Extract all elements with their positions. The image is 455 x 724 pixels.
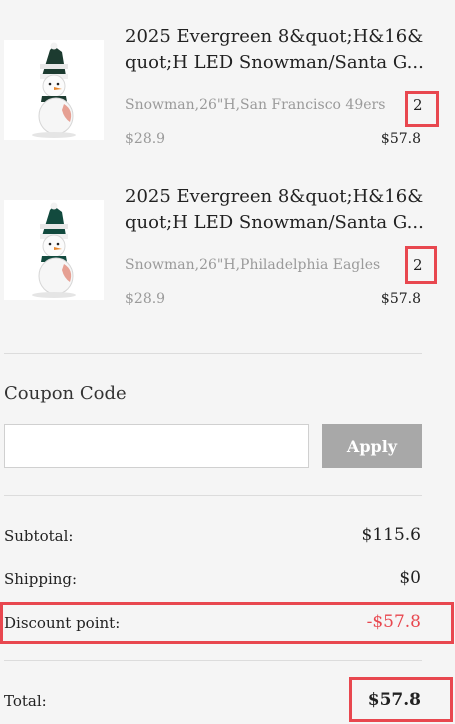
quantity-highlight	[405, 91, 439, 127]
line-total: $57.8	[380, 291, 421, 307]
divider	[4, 353, 422, 354]
coupon-code-input[interactable]	[4, 424, 309, 468]
product-variant: Snowman,26"H,Philadelphia Eagles	[125, 257, 381, 273]
coupon-heading: Coupon Code	[4, 383, 127, 404]
product-title[interactable]: 2025 Evergreen 8&quot;H&16& quot;H LED S…	[125, 184, 425, 236]
snowman-figurine-icon	[4, 200, 104, 300]
unit-price: $28.9	[125, 131, 166, 147]
subtotal-label: Subtotal:	[4, 527, 74, 545]
shipping-label: Shipping:	[4, 570, 78, 588]
apply-coupon-button[interactable]: Apply	[322, 424, 422, 468]
line-total: $57.8	[380, 131, 421, 147]
subtotal-value: $115.6	[361, 525, 421, 545]
product-image[interactable]	[4, 200, 104, 300]
divider	[4, 660, 422, 661]
total-label: Total:	[4, 692, 47, 710]
quantity-highlight	[405, 246, 437, 284]
product-image[interactable]	[4, 40, 104, 140]
divider	[4, 495, 422, 496]
product-title[interactable]: 2025 Evergreen 8&quot;H&16& quot;H LED S…	[125, 24, 425, 76]
product-variant: Snowman,26"H,San Francisco 49ers	[125, 97, 386, 113]
shipping-value: $0	[399, 568, 421, 588]
snowman-figurine-icon	[4, 40, 104, 140]
cart-item: 2025 Evergreen 8&quot;H&16& quot;H LED S…	[0, 178, 455, 318]
cart-item: 2025 Evergreen 8&quot;H&16& quot;H LED S…	[0, 18, 455, 158]
discount-highlight	[0, 602, 454, 644]
unit-price: $28.9	[125, 291, 166, 307]
total-highlight	[349, 677, 453, 722]
